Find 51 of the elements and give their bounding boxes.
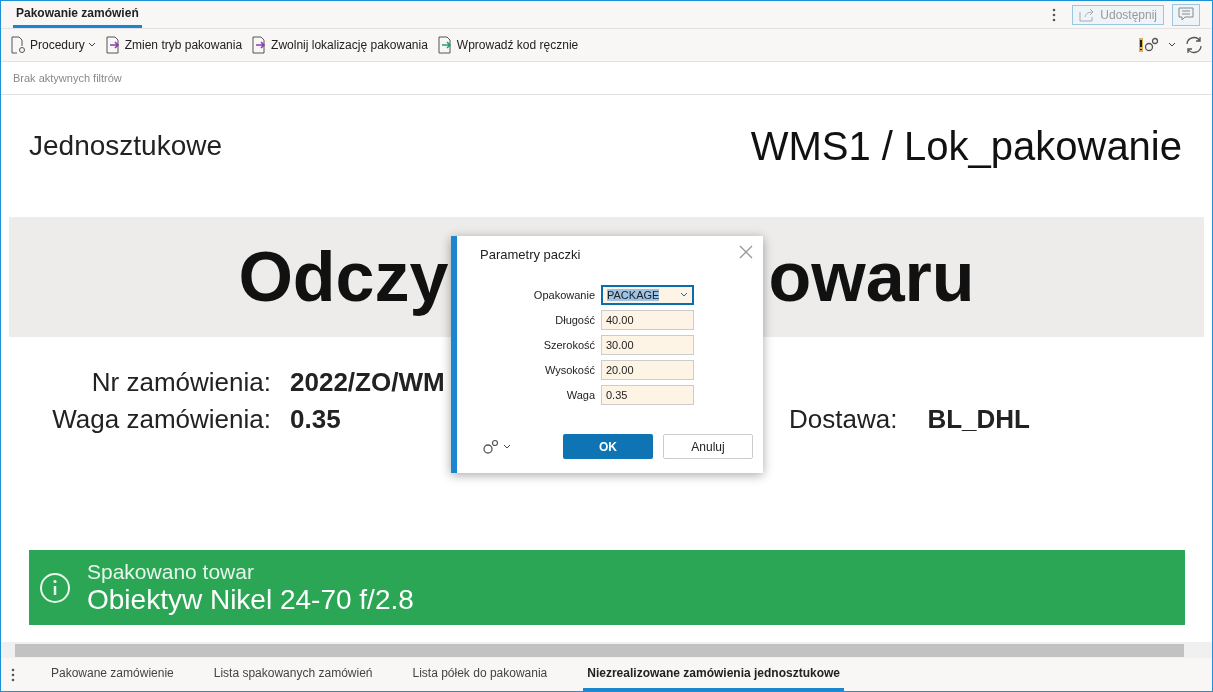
field-label: Waga: [565, 389, 595, 401]
filter-status: Brak aktywnych filtrów: [13, 72, 122, 84]
toolbar-button[interactable]: Zwolnij lokalizację pakowania: [250, 36, 428, 54]
more-icon[interactable]: [11, 667, 15, 682]
document-arrow-icon: [103, 36, 122, 54]
gear-icon: [481, 438, 499, 455]
info-value: 0.35: [290, 404, 342, 435]
toolbar-button[interactable]: Procedury: [9, 36, 96, 54]
caret-icon: [503, 443, 511, 450]
more-icon[interactable]: [1052, 7, 1057, 22]
input-field[interactable]: 20.00: [601, 360, 694, 380]
toolbar-button[interactable]: Zmien tryb pakowania: [103, 36, 243, 54]
document-arrow-icon: [435, 36, 454, 54]
settings-icon[interactable]: [1138, 36, 1160, 54]
info-icon: [39, 571, 71, 604]
settings-button[interactable]: [481, 438, 511, 455]
horizontal-scrollbar[interactable]: [1, 642, 1212, 658]
field-label: Szerokość: [542, 339, 595, 351]
cancel-button[interactable]: Anuluj: [663, 434, 753, 459]
packing-location: WMS1 / Lok_pakowanie: [750, 123, 1182, 169]
info-label: Nr zamówienia:: [90, 367, 271, 398]
heading-text: owaru: [768, 237, 975, 317]
info-value: BL_DHL: [927, 404, 1030, 435]
info-label: Dostawa:: [789, 404, 898, 435]
field-label: Wysokość: [543, 364, 595, 376]
caret-icon: [87, 42, 96, 48]
caret-icon: [680, 292, 688, 298]
input-field[interactable]: 0.35: [601, 385, 694, 405]
document-gear-icon: [9, 36, 27, 54]
info-label: Waga zamówienia:: [51, 404, 271, 435]
input-field[interactable]: 40.00: [601, 310, 694, 330]
heading-text: Odczy: [238, 237, 449, 317]
banner-item: Obiektyw Nikel 24-70 f/2.8: [87, 583, 414, 616]
bottom-tab[interactable]: Lista spakowanych zamówień: [209, 666, 377, 691]
share-icon: [1079, 7, 1096, 22]
refresh-icon[interactable]: [1184, 35, 1204, 55]
ok-button[interactable]: OK: [563, 434, 653, 459]
caret-icon[interactable]: [1168, 42, 1176, 48]
banner-title: Spakowano towar: [87, 559, 255, 584]
dialog-title: Parametry paczki: [480, 247, 581, 262]
input-field[interactable]: 30.00: [601, 335, 694, 355]
bottom-tab[interactable]: Niezrealizowane zamówienia jednosztukowe: [583, 666, 844, 691]
bottom-tab[interactable]: Pakowane zamówienie: [47, 666, 178, 691]
comment-icon: [1178, 7, 1194, 22]
field-label: Opakowanie: [532, 289, 595, 301]
field-label: Długość: [554, 314, 595, 326]
toolbar-button[interactable]: Wprowadź kod ręcznie: [435, 36, 579, 54]
info-value: 2022/ZO/WM: [290, 367, 445, 398]
packaging-select[interactable]: PACKAGE: [601, 285, 694, 305]
bottom-tab[interactable]: Lista półek do pakowania: [408, 666, 552, 691]
packing-mode: Jednosztukowe: [29, 130, 222, 162]
